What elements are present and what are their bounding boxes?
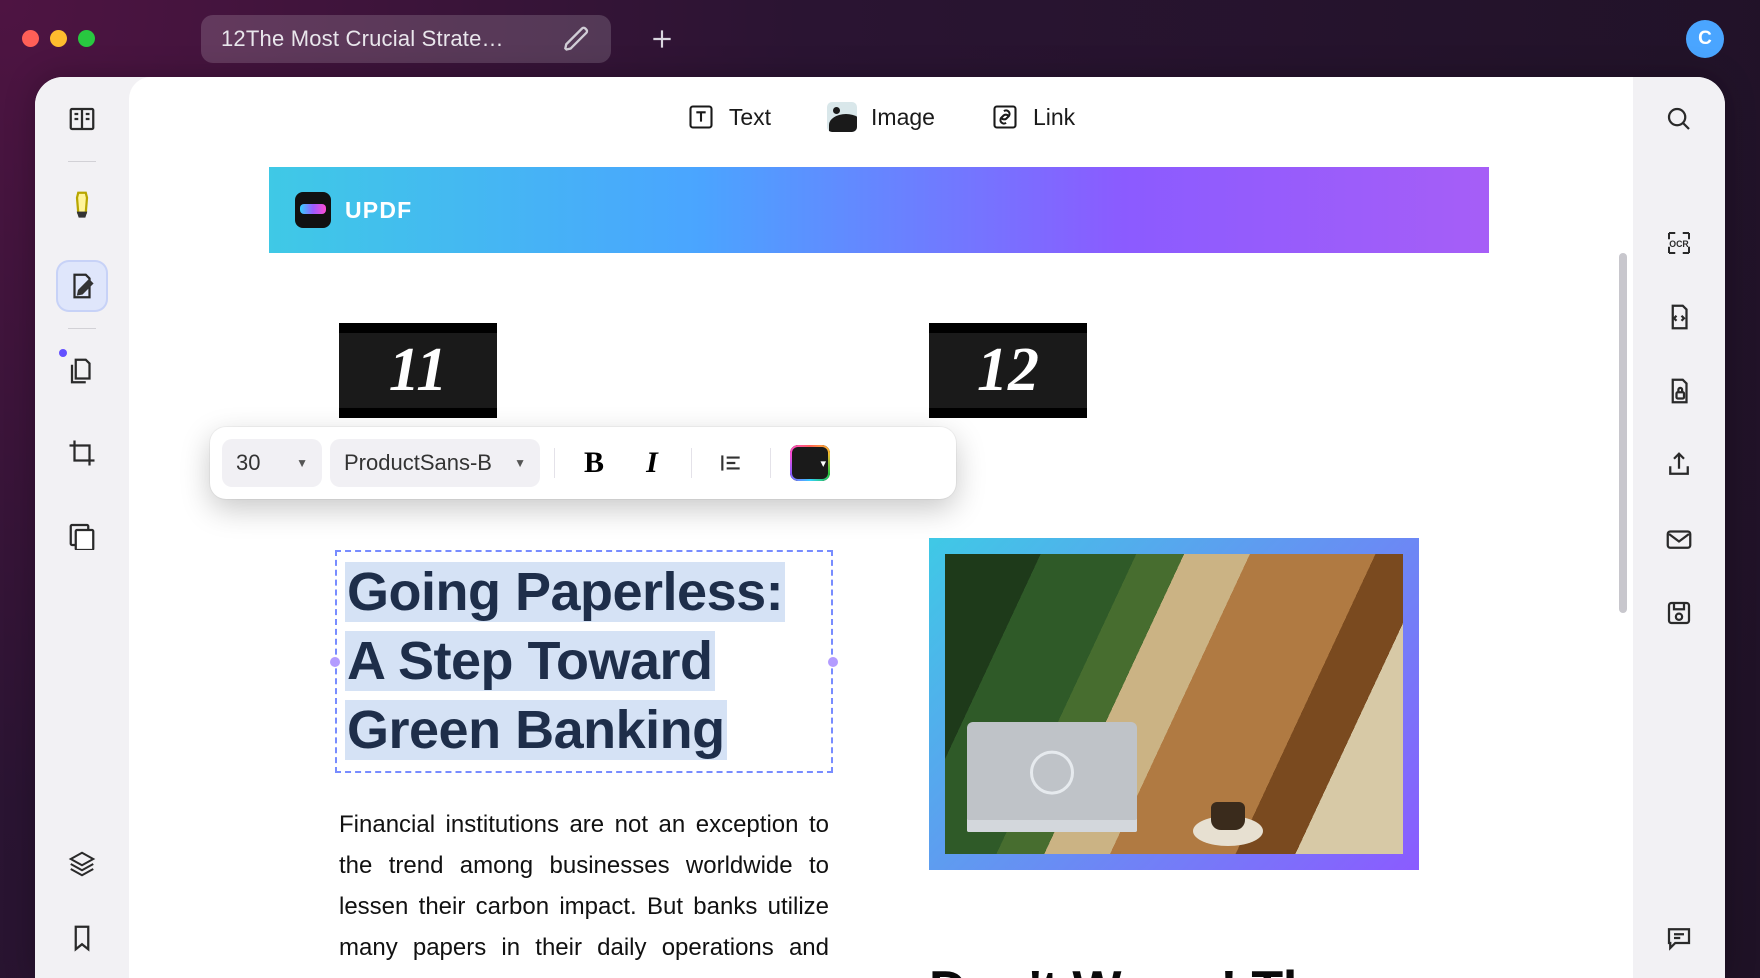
app-window: Text Image Link UPDF: [35, 77, 1725, 978]
left-column: 11 Going Paperless: A Step Toward Green …: [339, 323, 829, 978]
chevron-down-icon: ▼: [296, 456, 308, 470]
add-image-button[interactable]: Image: [827, 102, 935, 132]
new-tab-button[interactable]: [645, 22, 679, 56]
coffee-cup-icon: [1193, 816, 1263, 846]
italic-icon: I: [646, 446, 658, 480]
page-header-band: UPDF: [269, 167, 1489, 253]
heading-line-1: Going Paperless:: [345, 562, 785, 622]
selected-text-box[interactable]: Going Paperless: A Step Toward Green Ban…: [339, 554, 829, 769]
left-sidebar: [35, 77, 129, 978]
active-indicator-dot: [59, 349, 67, 357]
tool-label: Image: [871, 104, 935, 131]
heading-text[interactable]: Going Paperless: A Step Toward Green Ban…: [345, 558, 823, 765]
tool-label: Text: [729, 104, 771, 131]
ocr-button[interactable]: OCR: [1655, 219, 1703, 267]
maximize-window-button[interactable]: [78, 30, 95, 47]
font-size-select[interactable]: 30 ▼: [222, 439, 322, 487]
heading-line-3: Green Banking: [345, 700, 727, 760]
resize-handle-right[interactable]: [828, 657, 838, 667]
close-window-button[interactable]: [22, 30, 39, 47]
titlebar: 12The Most Crucial Strate… C: [0, 0, 1760, 77]
italic-button[interactable]: I: [627, 439, 677, 487]
toolbar-separator: [691, 448, 692, 478]
brand-name: UPDF: [345, 197, 412, 224]
image-frame[interactable]: [929, 538, 1419, 870]
section-number: 11: [389, 335, 448, 406]
add-text-button[interactable]: Text: [687, 103, 771, 131]
toolbar-separator: [554, 448, 555, 478]
edit-tab-icon[interactable]: [563, 25, 591, 53]
align-left-icon: [718, 450, 744, 476]
document-tab[interactable]: 12The Most Crucial Strate…: [201, 15, 611, 63]
avatar-initial: C: [1698, 28, 1712, 50]
section-number-card: 12: [929, 323, 1087, 418]
redact-button[interactable]: [58, 511, 106, 559]
reader-mode-button[interactable]: [58, 95, 106, 143]
section-number: 12: [977, 335, 1039, 406]
sidebar-separator: [68, 328, 96, 329]
email-button[interactable]: [1655, 515, 1703, 563]
chevron-down-icon: ▾: [820, 457, 826, 470]
search-button[interactable]: [1655, 95, 1703, 143]
bold-button[interactable]: B: [569, 439, 619, 487]
text-color-button[interactable]: ▾: [785, 439, 835, 487]
right-column-title[interactable]: Don't Worry! The: [929, 960, 1419, 978]
crop-button[interactable]: [58, 429, 106, 477]
image-icon: [827, 102, 857, 132]
layers-button[interactable]: [58, 840, 106, 888]
body-paragraph[interactable]: Financial institutions are not an except…: [339, 805, 829, 978]
edit-pdf-button[interactable]: [58, 262, 106, 310]
save-button[interactable]: [1655, 589, 1703, 637]
hero-image: [945, 554, 1403, 854]
heading-line-2: A Step Toward: [345, 631, 715, 691]
page-body: 11 Going Paperless: A Step Toward Green …: [269, 253, 1489, 978]
updf-logo-icon: [295, 192, 331, 228]
comments-panel-button[interactable]: [1655, 914, 1703, 962]
text-format-toolbar: 30 ▼ ProductSans-B ▼ B I ▾: [210, 427, 956, 499]
user-avatar[interactable]: C: [1686, 20, 1724, 58]
svg-text:OCR: OCR: [1669, 239, 1689, 249]
font-family-select[interactable]: ProductSans-B ▼: [330, 439, 540, 487]
font-size-value: 30: [236, 450, 260, 476]
font-family-value: ProductSans-B: [344, 450, 492, 476]
chevron-down-icon: ▼: [514, 456, 526, 470]
share-button[interactable]: [1655, 441, 1703, 489]
annotate-button[interactable]: [58, 180, 106, 228]
tool-label: Link: [1033, 104, 1075, 131]
resize-handle-left[interactable]: [330, 657, 340, 667]
document-viewport[interactable]: UPDF 11 Going Paperless:: [129, 157, 1633, 978]
window-controls: [22, 30, 95, 47]
scrollbar-thumb[interactable]: [1619, 253, 1627, 613]
add-link-button[interactable]: Link: [991, 103, 1075, 131]
minimize-window-button[interactable]: [50, 30, 67, 47]
tab-title: 12The Most Crucial Strate…: [221, 26, 549, 52]
align-button[interactable]: [706, 439, 756, 487]
page: UPDF 11 Going Paperless:: [269, 167, 1489, 978]
bold-icon: B: [584, 446, 604, 480]
bookmark-button[interactable]: [58, 914, 106, 962]
toolbar-separator: [770, 448, 771, 478]
right-column: 12 Don't Worry! The: [929, 323, 1419, 978]
color-swatch-icon: ▾: [790, 445, 830, 481]
edit-toolbar: Text Image Link: [129, 77, 1633, 157]
content-area: Text Image Link UPDF: [129, 77, 1633, 978]
protect-button[interactable]: [1655, 367, 1703, 415]
laptop-icon: [967, 722, 1137, 832]
section-number-card: 11: [339, 323, 497, 418]
right-sidebar: OCR: [1633, 77, 1725, 978]
sidebar-separator: [68, 161, 96, 162]
convert-button[interactable]: [1655, 293, 1703, 341]
